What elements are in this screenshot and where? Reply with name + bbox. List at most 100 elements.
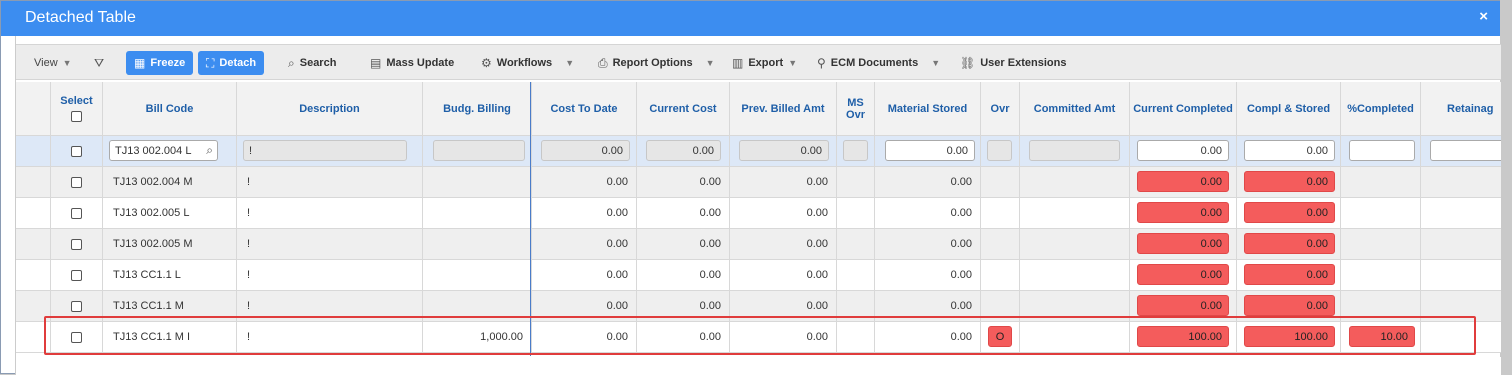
retainage-cell[interactable] xyxy=(1420,322,1501,352)
material-stored-cell[interactable]: 0.00 xyxy=(874,291,980,321)
committed-amt-cell[interactable] xyxy=(1019,322,1129,352)
bill-code-cell[interactable]: TJ13 002.004 M xyxy=(102,167,236,197)
ms-ovr-cell[interactable] xyxy=(836,229,874,259)
column-header-current-completed[interactable]: Current Completed xyxy=(1129,82,1236,135)
ovr-cell[interactable]: O xyxy=(980,322,1019,352)
description-cell[interactable]: ! xyxy=(236,260,422,290)
description-cell[interactable]: ! xyxy=(236,167,422,197)
column-header-retainage[interactable]: Retainag xyxy=(1420,82,1501,135)
table-row[interactable]: TJ13 002.005 L ! 0.00 0.00 0.00 0.00 0.0… xyxy=(16,198,1501,229)
current-cost-cell[interactable]: 0.00 xyxy=(636,291,729,321)
bill-code-cell[interactable]: TJ13 CC1.1 M xyxy=(102,291,236,321)
ovr-cell[interactable] xyxy=(980,291,1019,321)
prev-billed-amt-cell[interactable]: 0.00 xyxy=(729,167,836,197)
search-button[interactable]: ⌕ Search xyxy=(288,52,336,74)
committed-amt-cell[interactable] xyxy=(1019,198,1129,228)
table-row[interactable]: TJ13 002.004 M ! 0.00 0.00 0.00 0.00 0.0… xyxy=(16,167,1501,198)
ms-ovr-input[interactable] xyxy=(843,140,868,161)
workflows-menu[interactable]: ⚙ Workflows ▼ xyxy=(481,52,574,74)
cost-to-date-cell[interactable]: 0.00 xyxy=(531,322,636,352)
cost-to-date-cell[interactable]: 0.00 xyxy=(531,229,636,259)
compl-stored-input[interactable]: 0.00 xyxy=(1244,171,1335,192)
material-stored-cell[interactable]: 0.00 xyxy=(874,229,980,259)
compl-stored-cell[interactable]: 0.00 xyxy=(1236,198,1340,228)
bill-code-cell[interactable]: TJ13 CC1.1 M I xyxy=(102,322,236,352)
row-checkbox[interactable] xyxy=(71,300,82,312)
ms-ovr-cell[interactable] xyxy=(836,322,874,352)
pct-completed-cell[interactable] xyxy=(1340,229,1420,259)
ovr-input[interactable] xyxy=(987,140,1012,161)
close-icon[interactable]: × xyxy=(1479,8,1488,25)
prev-billed-amt-input[interactable]: 0.00 xyxy=(739,140,829,161)
current-completed-input[interactable]: 100.00 xyxy=(1137,326,1229,347)
column-header-prev-billed-amt[interactable]: Prev. Billed Amt xyxy=(729,82,836,135)
description-cell[interactable]: ! xyxy=(236,198,422,228)
search-icon[interactable]: ⌕ xyxy=(206,143,213,158)
committed-amt-input[interactable] xyxy=(1029,140,1120,161)
retainage-cell[interactable] xyxy=(1420,291,1501,321)
current-cost-input[interactable]: 0.00 xyxy=(646,140,721,161)
current-completed-cell[interactable]: 0.00 xyxy=(1129,229,1236,259)
cost-to-date-cell[interactable]: 0.00 xyxy=(531,260,636,290)
pct-completed-input[interactable]: 10.00 xyxy=(1349,326,1415,347)
bill-code-cell[interactable]: TJ13 002.005 M xyxy=(102,229,236,259)
budg-billing-cell[interactable] xyxy=(422,291,531,321)
retainage-cell[interactable] xyxy=(1420,167,1501,197)
material-stored-cell[interactable]: 0.00 xyxy=(874,260,980,290)
current-completed-input[interactable]: 0.00 xyxy=(1137,264,1229,285)
table-row[interactable]: TJ13 CC1.1 M I ! 1,000.00 0.00 0.00 0.00… xyxy=(16,322,1501,353)
table-row[interactable]: TJ13 002.005 M ! 0.00 0.00 0.00 0.00 0.0… xyxy=(16,229,1501,260)
bill-code-input[interactable]: TJ13 002.004 L ⌕ xyxy=(109,140,218,161)
material-stored-cell[interactable]: 0.00 xyxy=(874,198,980,228)
row-checkbox[interactable] xyxy=(71,238,82,250)
detach-button[interactable]: ⛶ Detach xyxy=(198,51,265,75)
ovr-cell[interactable] xyxy=(980,229,1019,259)
report-options-menu[interactable]: ⎙ Report Options ▼ xyxy=(598,52,715,74)
current-completed-cell[interactable]: 0.00 xyxy=(1129,260,1236,290)
material-stored-cell[interactable]: 0.00 xyxy=(874,322,980,352)
ovr-cell[interactable] xyxy=(980,260,1019,290)
column-header-bill-code[interactable]: Bill Code xyxy=(102,82,236,135)
description-cell[interactable]: ! xyxy=(236,322,422,352)
prev-billed-amt-cell[interactable]: 0.00 xyxy=(729,198,836,228)
current-completed-cell[interactable]: 0.00 xyxy=(1129,198,1236,228)
ms-ovr-cell[interactable] xyxy=(836,167,874,197)
bill-code-cell[interactable]: TJ13 CC1.1 L xyxy=(102,260,236,290)
ovr-cell[interactable] xyxy=(980,198,1019,228)
material-stored-input[interactable]: 0.00 xyxy=(885,140,975,161)
column-header-cost-to-date[interactable]: Cost To Date xyxy=(531,82,636,135)
retainage-cell[interactable] xyxy=(1420,229,1501,259)
column-header-ovr[interactable]: Ovr xyxy=(980,82,1019,135)
retainage-input[interactable] xyxy=(1430,140,1501,161)
retainage-cell[interactable] xyxy=(1420,260,1501,290)
current-cost-cell[interactable]: 0.00 xyxy=(636,198,729,228)
material-stored-cell[interactable]: 0.00 xyxy=(874,167,980,197)
prev-billed-amt-cell[interactable]: 0.00 xyxy=(729,229,836,259)
compl-stored-input[interactable]: 100.00 xyxy=(1244,326,1335,347)
cost-to-date-input[interactable]: 0.00 xyxy=(541,140,630,161)
table-row[interactable]: TJ13 CC1.1 M ! 0.00 0.00 0.00 0.00 0.00 … xyxy=(16,291,1501,322)
row-checkbox[interactable] xyxy=(71,176,82,188)
column-header-current-cost[interactable]: Current Cost xyxy=(636,82,729,135)
pct-completed-cell[interactable] xyxy=(1340,291,1420,321)
export-menu[interactable]: ▥ Export ▼ xyxy=(732,52,797,74)
ms-ovr-cell[interactable] xyxy=(836,291,874,321)
pct-completed-cell[interactable] xyxy=(1340,198,1420,228)
cost-to-date-cell[interactable]: 0.00 xyxy=(531,167,636,197)
compl-stored-cell[interactable]: 0.00 xyxy=(1236,167,1340,197)
budg-billing-cell[interactable]: 1,000.00 xyxy=(422,322,531,352)
current-cost-cell[interactable]: 0.00 xyxy=(636,322,729,352)
description-input[interactable]: ! xyxy=(243,140,407,161)
row-checkbox[interactable] xyxy=(71,331,82,343)
prev-billed-amt-cell[interactable]: 0.00 xyxy=(729,291,836,321)
column-header-budg-billing[interactable]: Budg. Billing xyxy=(422,82,531,135)
committed-amt-cell[interactable] xyxy=(1019,229,1129,259)
row-checkbox[interactable] xyxy=(71,269,82,281)
column-header-material-stored[interactable]: Material Stored xyxy=(874,82,980,135)
pct-completed-cell[interactable] xyxy=(1340,260,1420,290)
current-cost-cell[interactable]: 0.00 xyxy=(636,167,729,197)
current-cost-cell[interactable]: 0.00 xyxy=(636,260,729,290)
current-completed-input[interactable]: 0.00 xyxy=(1137,171,1229,192)
prev-billed-amt-cell[interactable]: 0.00 xyxy=(729,322,836,352)
budg-billing-cell[interactable] xyxy=(422,229,531,259)
